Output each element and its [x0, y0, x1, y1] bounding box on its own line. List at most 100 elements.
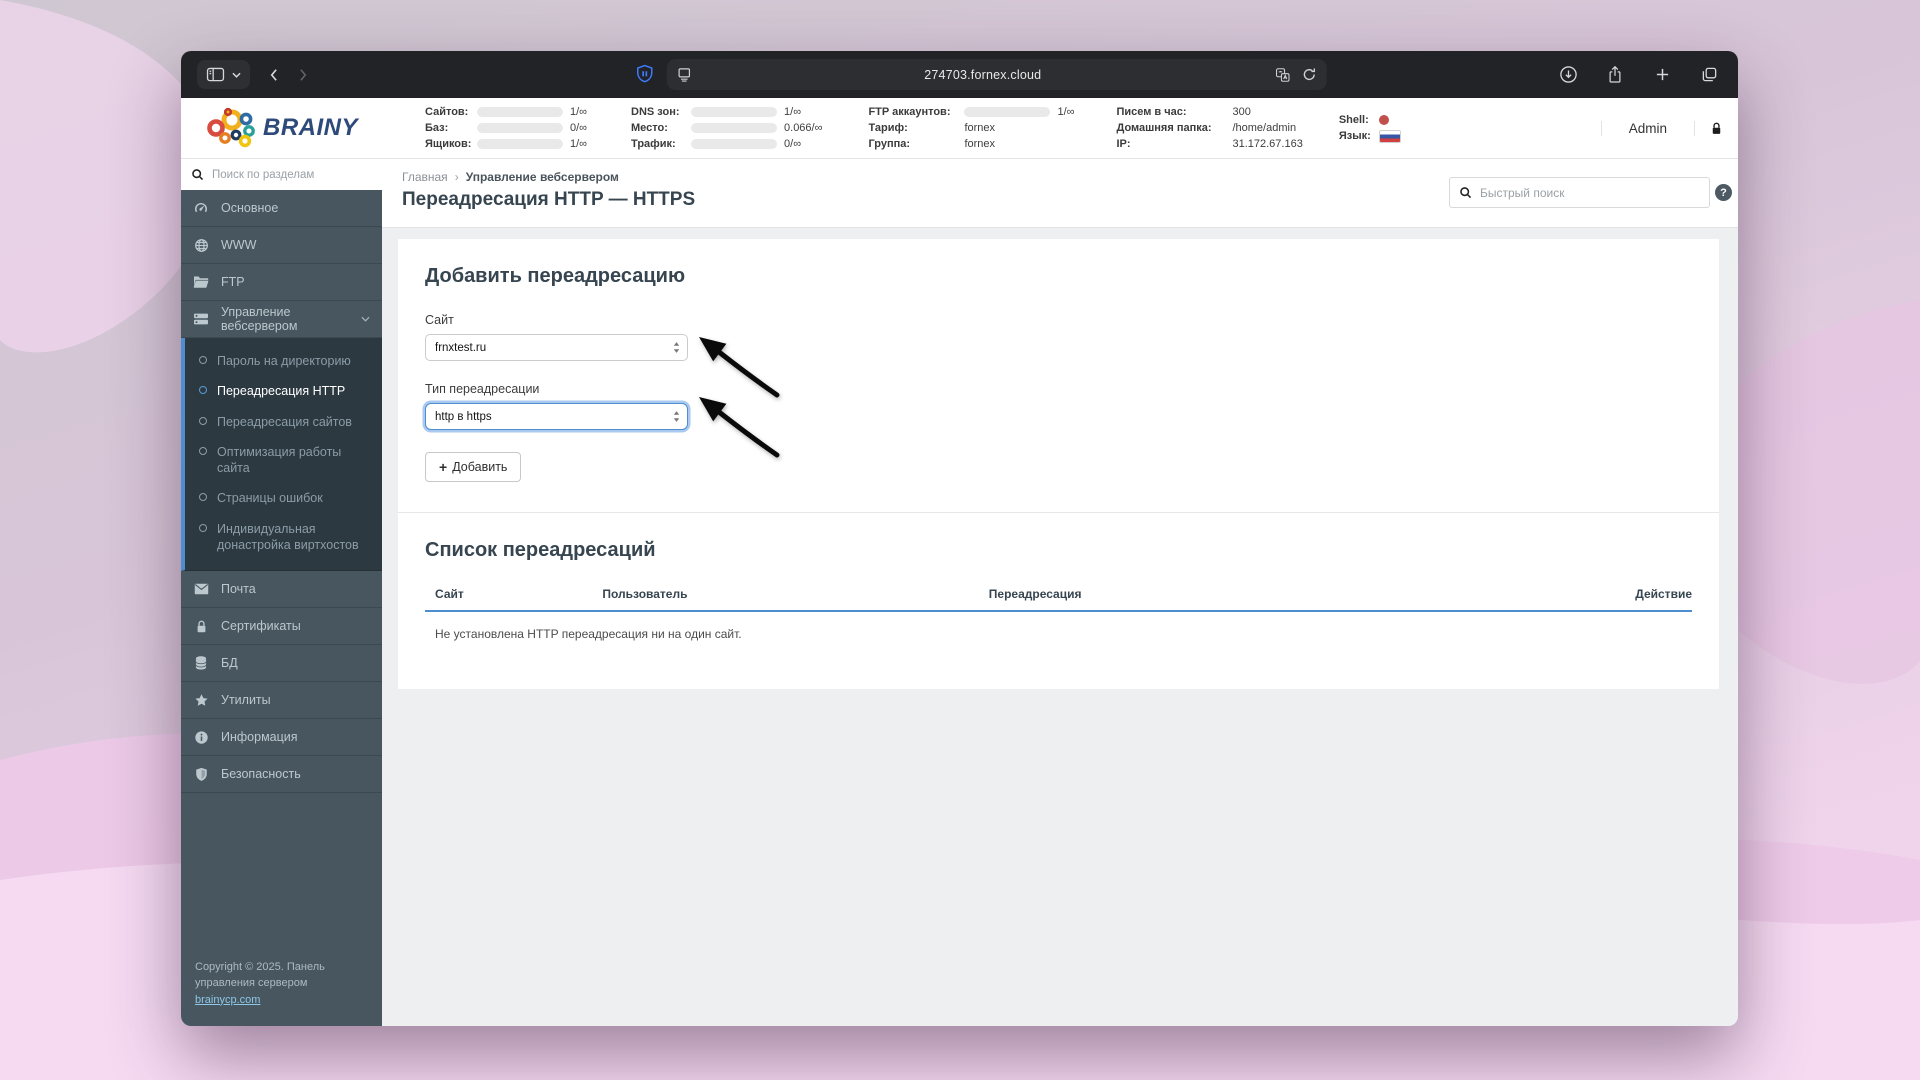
new-tab-button[interactable] [1649, 60, 1675, 89]
help-icon[interactable]: ? [1715, 184, 1732, 201]
stat-value: 300 [1232, 106, 1251, 118]
redirect-list-section: Список переадресаций Сайт Пользователь П… [398, 513, 1719, 689]
sidebar-item-label: Управление вебсервером [221, 305, 298, 333]
downloads-button[interactable] [1555, 60, 1581, 89]
stat-label: DNS зон: [631, 106, 680, 118]
redirect-list-heading: Список переадресаций [425, 539, 656, 561]
copyright-text: Copyright © 2025. Панель управления серв… [195, 960, 325, 990]
sidebar-item-osnovnoe[interactable]: Основное [181, 190, 382, 227]
stat-label: Ящиков: [425, 138, 472, 150]
sidebar-search[interactable] [181, 159, 382, 190]
stat-value: 1/∞ [570, 106, 588, 118]
stat-value: 31.172.67.163 [1232, 138, 1303, 150]
sidebar-item-label: Почта [221, 582, 256, 596]
select-stepper-icon [672, 341, 681, 354]
stats-column-4: Писем в час: 300 Домашняя папка: /home/adm… [1116, 105, 1302, 151]
add-redirect-heading: Добавить переадресацию [425, 265, 686, 287]
sidebar-item-label: WWW [221, 238, 257, 252]
submenu-item-dir-password[interactable]: Пароль на директорию [185, 346, 382, 376]
sidebar-item-certificates[interactable]: Сертификаты [181, 608, 382, 645]
sidebar-item-label: FTP [221, 275, 245, 289]
brainy-logo[interactable]: BRAINY [181, 98, 382, 158]
globe-icon [193, 238, 209, 253]
submenu-item-label: Переадресация HTTP [217, 384, 346, 399]
plus-icon: + [439, 459, 448, 475]
column-header-user: Пользователь [602, 587, 989, 612]
user-menu[interactable]: Admin [1600, 120, 1695, 136]
page-icon [676, 67, 691, 82]
stat-value: fornex [964, 122, 996, 134]
stat-label: Домашняя папка: [1116, 122, 1212, 134]
sidebar-item-mail[interactable]: Почта [181, 571, 382, 608]
stats-column-1: Сайтов: 1/∞ Баз: 0/∞ Ящиков: 1/∞ [425, 105, 587, 151]
forward-button[interactable] [290, 60, 316, 89]
empty-row: Не установлена HTTP переадресация ни на … [425, 611, 1692, 659]
translate-icon[interactable] [1274, 67, 1290, 83]
sidebar-search-input[interactable] [212, 168, 372, 181]
address-bar[interactable]: 274703.fornex.cloud [666, 59, 1327, 90]
submenu-item-http-redirect[interactable]: Переадресация HTTP [185, 376, 382, 406]
browser-window: 274703.fornex.cloud BRAINY Сайтов: 1/∞ Б… [181, 51, 1738, 1026]
shield-icon [193, 767, 209, 782]
brainycp-link[interactable]: brainycp.com [195, 994, 260, 1006]
quick-search-input[interactable] [1480, 185, 1700, 200]
webserver-submenu: Пароль на директорию Переадресация HTTP … [181, 338, 382, 571]
sidebar-footer: Copyright © 2025. Панель управления серв… [181, 959, 382, 1027]
redirect-type-label: Тип переадресации [425, 382, 540, 396]
database-icon [193, 655, 209, 671]
stats-column-5: Shell: Язык: [1339, 113, 1401, 143]
stat-label: Тариф: [868, 122, 908, 134]
panel-header: BRAINY Сайтов: 1/∞ Баз: 0/∞ Ящиков: 1/∞ DNS… [181, 98, 1738, 159]
sidebar-item-ftp[interactable]: FTP [181, 264, 382, 301]
lock-session-button[interactable] [1695, 121, 1738, 136]
usage-bar [964, 107, 1051, 117]
sidebar-item-security[interactable]: Безопасность [181, 756, 382, 793]
stat-value: 1/∞ [784, 106, 802, 118]
sidebar-toggle-button[interactable] [197, 60, 250, 89]
redirect-type-select[interactable]: http в https [425, 403, 688, 430]
breadcrumb-webserver[interactable]: Управление вебсервером [466, 170, 619, 184]
sidebar-item-information[interactable]: Информация [181, 719, 382, 756]
submenu-item-vhost-tuning[interactable]: Индивидуальная донастройка виртхостов [185, 514, 382, 561]
bullet-icon [199, 356, 207, 364]
stat-value: fornex [964, 138, 996, 150]
server-icon [193, 312, 209, 326]
sidebar-item-label: Утилиты [221, 693, 271, 707]
page-header-strip: Главная › Управление вебсервером Переадр… [382, 159, 1738, 228]
submenu-item-error-pages[interactable]: Страницы ошибок [185, 483, 382, 513]
sidebar-item-utilities[interactable]: Утилиты [181, 682, 382, 719]
stat-label: Сайтов: [425, 106, 469, 118]
bullet-icon [199, 493, 207, 502]
sidebar-item-webserver[interactable]: Управление вебсервером [181, 301, 382, 338]
share-button[interactable] [1602, 60, 1628, 89]
stat-label: Shell: [1338, 114, 1369, 126]
star-icon [193, 693, 209, 708]
add-button-label: Добавить [452, 460, 508, 474]
tab-overview-button[interactable] [1696, 60, 1722, 89]
back-button[interactable] [260, 60, 286, 89]
usage-bar [477, 107, 563, 117]
breadcrumb-home[interactable]: Главная [402, 170, 448, 184]
submenu-item-site-optimization[interactable]: Оптимизация работы сайта [185, 437, 382, 484]
usage-bar [691, 139, 778, 149]
sidebar-item-label: Информация [221, 730, 298, 744]
column-header-site: Сайт [425, 587, 603, 612]
sidebar-toggle-icon [206, 67, 225, 82]
sidebar-item-db[interactable]: БД [181, 645, 382, 682]
sidebar-item-label: Сертификаты [221, 619, 301, 633]
stat-label: FTP аккаунтов: [868, 106, 951, 118]
bullet-icon [199, 416, 207, 425]
submenu-item-label: Переадресация сайтов [217, 414, 352, 429]
sidebar-item-www[interactable]: WWW [181, 227, 382, 264]
add-button[interactable]: + Добавить [425, 452, 522, 482]
folder-icon [193, 275, 209, 289]
privacy-shield-icon[interactable] [634, 64, 654, 85]
usage-bar [691, 107, 778, 117]
url-text: 274703.fornex.cloud [924, 67, 1042, 82]
site-select[interactable]: frnxtest.ru [425, 334, 688, 361]
reload-icon[interactable] [1301, 67, 1316, 82]
sidebar-item-label: Основное [221, 201, 279, 215]
quick-search[interactable] [1449, 177, 1710, 208]
russian-flag-icon[interactable] [1378, 129, 1401, 143]
submenu-item-site-redirect[interactable]: Переадресация сайтов [185, 407, 382, 437]
